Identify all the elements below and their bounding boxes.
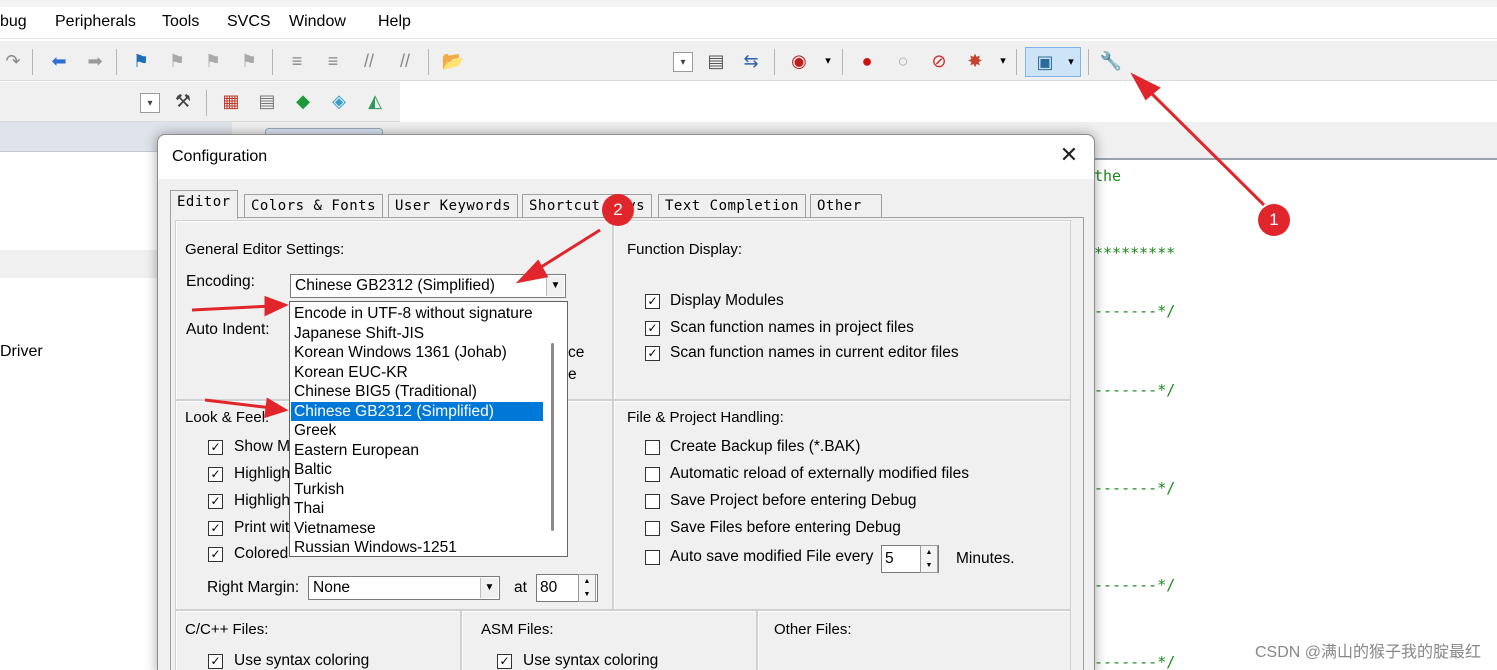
annotation-arrows (191, 72, 1266, 419)
annotation-arrow-3 (191, 304, 273, 312)
annotation-arrow-4 (204, 398, 273, 410)
annotation-arrow-1 (1142, 84, 1266, 207)
annotation-arrowhead-4 (264, 397, 289, 419)
annotation-arrowhead-3 (264, 295, 289, 317)
watermark: CSDN @满山的猴子我的腚最红 (1254, 644, 1481, 661)
annotation-badge-2: 2 (602, 194, 634, 226)
annotation-badge-1: 1 (1258, 204, 1290, 236)
